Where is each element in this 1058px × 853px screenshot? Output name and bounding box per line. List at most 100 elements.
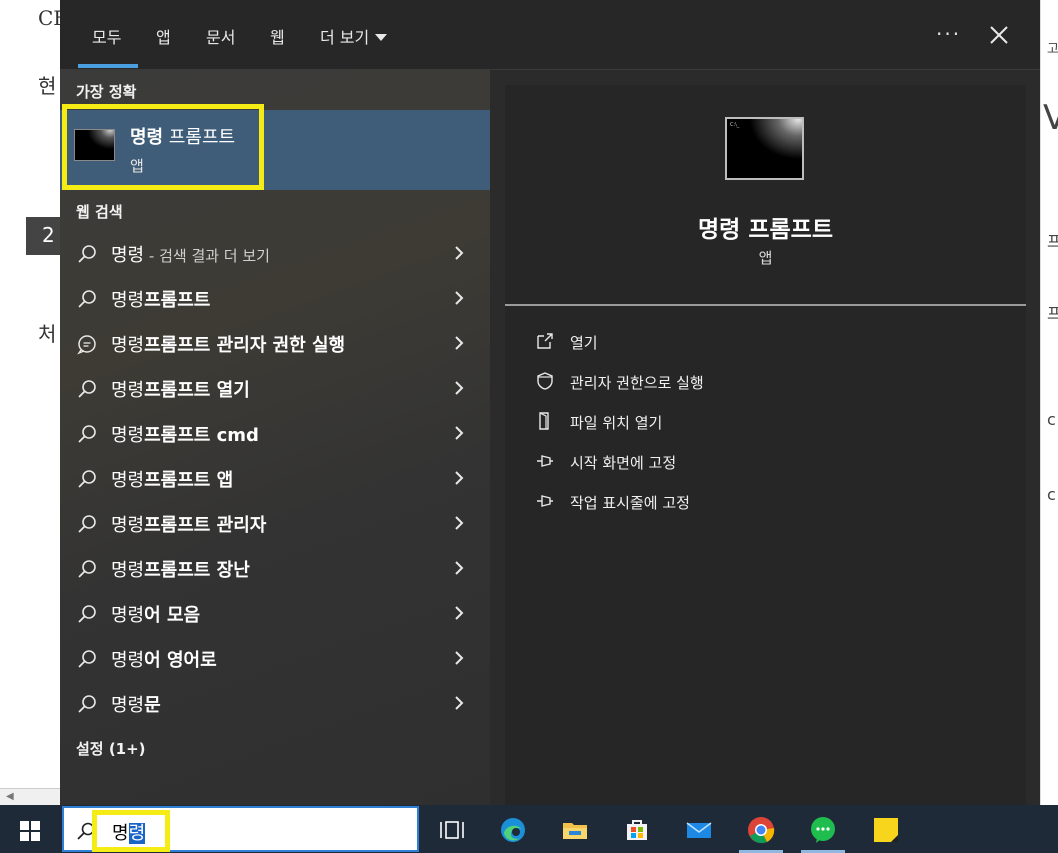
preview-icon-text: C:\_ xyxy=(730,122,740,128)
sticky-notes-icon[interactable] xyxy=(871,815,901,845)
tab-all[interactable]: 모두 xyxy=(92,24,121,48)
store-icon[interactable] xyxy=(622,815,652,845)
search-icon xyxy=(78,470,96,488)
web-search-item[interactable]: 명령프롬프트 cmd xyxy=(60,411,490,456)
command-prompt-large-icon: C:\_ xyxy=(725,117,804,180)
query-prefix: 명령 xyxy=(111,380,145,401)
edge-icon[interactable] xyxy=(498,815,528,845)
tab-apps[interactable]: 앱 xyxy=(156,24,171,48)
shield-icon xyxy=(537,372,553,390)
web-search-item-label: 명령 - 검색 결과 더 보기 xyxy=(111,241,270,267)
bg-right-text: 프 xyxy=(1047,232,1058,251)
query-suggestion: 어 영어로 xyxy=(144,650,217,671)
taskbar: 명령 xyxy=(0,805,1058,853)
search-icon xyxy=(78,290,96,308)
query-prefix: 명령 xyxy=(111,650,145,671)
web-search-item-label: 명령프롬프트 장난 xyxy=(111,556,250,582)
web-search-item[interactable]: 명령프롬프트 열기 xyxy=(60,366,490,411)
action-pin-to-taskbar[interactable]: 작업 표시줄에 고정 xyxy=(535,488,935,518)
query-prefix: 명령 xyxy=(111,695,145,716)
web-search-item-label: 명령프롬프트 열기 xyxy=(111,376,250,402)
web-search-item-label: 명령프롬프트 xyxy=(111,286,210,312)
chevron-right-icon xyxy=(455,651,464,665)
taskbar-search-input[interactable]: 명령 xyxy=(62,806,419,852)
chevron-down-icon xyxy=(375,34,388,41)
action-label: 열기 xyxy=(570,334,598,352)
search-icon xyxy=(78,425,96,443)
query-prefix: 명령 xyxy=(111,245,145,266)
open-icon xyxy=(537,333,553,349)
action-pin-to-start[interactable]: 시작 화면에 고정 xyxy=(535,448,935,478)
web-search-item[interactable]: 명령어 영어로 xyxy=(60,636,490,681)
chevron-right-icon xyxy=(455,516,464,530)
task-view-icon[interactable] xyxy=(437,815,467,845)
chevron-right-icon xyxy=(455,606,464,620)
bg-right-text: V xyxy=(1043,98,1058,138)
web-search-item[interactable]: 명령프롬프트 장난 xyxy=(60,546,490,591)
web-search-item[interactable]: 명령어 모음 xyxy=(60,591,490,636)
highlight-box xyxy=(92,810,170,852)
web-search-item[interactable]: 명령프롬프트 관리자 xyxy=(60,501,490,546)
tab-bar: 모두 앱 문서 웹 더 보기 ··· xyxy=(60,0,1040,70)
bg-badge: 2 xyxy=(26,217,60,255)
web-search-item-label: 명령문 xyxy=(111,691,161,717)
action-open-file-location[interactable]: 파일 위치 열기 xyxy=(535,408,935,438)
chevron-right-icon xyxy=(455,246,464,260)
bg-scrollbar[interactable]: ◀ xyxy=(0,788,62,805)
query-prefix: 명령 xyxy=(111,425,145,446)
chevron-right-icon xyxy=(455,381,464,395)
action-run-as-admin[interactable]: 관리자 권한으로 실행 xyxy=(535,368,935,398)
web-search-item-label: 명령프롬프트 앱 xyxy=(111,466,233,492)
bg-right-text: c c xyxy=(1047,410,1058,429)
web-search-item[interactable]: 명령프롬프트 xyxy=(60,276,490,321)
file-explorer-icon[interactable] xyxy=(560,815,590,845)
active-tab-indicator xyxy=(78,64,138,68)
search-icon xyxy=(78,245,96,263)
web-search-item[interactable]: 명령프롬프트 관리자 권한 실행 xyxy=(60,321,490,366)
query-suggestion: 프롬프트 관리자 xyxy=(144,515,267,536)
chevron-right-icon xyxy=(455,561,464,575)
tab-documents[interactable]: 문서 xyxy=(206,24,235,48)
search-panel: 모두 앱 문서 웹 더 보기 ··· 가장 정확 명령 프롬프트 앱 웹 검색 … xyxy=(60,0,1040,805)
highlight-box xyxy=(62,104,264,190)
chrome-icon[interactable] xyxy=(746,815,776,845)
web-search-label: 웹 검색 xyxy=(76,203,123,221)
query-suggestion: 프롬프트 열기 xyxy=(144,380,250,401)
chevron-right-icon xyxy=(455,336,464,350)
tab-web[interactable]: 웹 xyxy=(270,24,285,48)
action-label: 파일 위치 열기 xyxy=(570,414,663,432)
search-icon xyxy=(78,695,96,713)
chevron-right-icon xyxy=(455,426,464,440)
web-search-item-label: 명령어 모음 xyxy=(111,601,200,627)
web-search-item[interactable]: 명령문 xyxy=(60,681,490,726)
query-suggestion: 프롬프트 장난 xyxy=(144,560,250,581)
messenger-icon[interactable] xyxy=(808,815,838,845)
bg-right-text: 프 xyxy=(1047,304,1058,323)
mail-icon[interactable] xyxy=(684,815,714,845)
bg-text-3: 처 xyxy=(38,322,57,346)
query-prefix: 명령 xyxy=(111,335,145,356)
search-icon xyxy=(78,650,96,668)
scroll-left-arrow-icon[interactable]: ◀ xyxy=(6,791,14,802)
bg-right-text: 고 xyxy=(1047,42,1058,57)
tab-more[interactable]: 더 보기 xyxy=(320,24,388,48)
pin-icon xyxy=(537,495,553,507)
bg-right-strip: 고 V 프 프 c c c c xyxy=(1040,0,1058,805)
query-prefix: 명령 xyxy=(111,515,145,536)
best-match-item[interactable]: 명령 프롬프트 앱 xyxy=(60,104,490,190)
best-match-label: 가장 정확 xyxy=(76,83,137,101)
settings-label[interactable]: 설정 (1+) xyxy=(76,738,146,759)
web-search-item[interactable]: 명령 - 검색 결과 더 보기 xyxy=(60,231,490,276)
windows-start-icon[interactable] xyxy=(20,821,40,841)
query-suggestion: 어 모음 xyxy=(144,605,201,626)
action-open[interactable]: 열기 xyxy=(535,328,935,358)
query-suggestion: 문 xyxy=(144,695,161,716)
search-icon xyxy=(78,605,96,623)
more-options-icon[interactable]: ··· xyxy=(936,22,961,46)
query-prefix: 명령 xyxy=(111,560,145,581)
action-label: 시작 화면에 고정 xyxy=(570,454,677,472)
preview-title: 명령 프롬프트 xyxy=(698,217,833,243)
web-search-item[interactable]: 명령프롬프트 앱 xyxy=(60,456,490,501)
close-icon[interactable] xyxy=(986,22,1012,48)
chevron-right-icon xyxy=(455,291,464,305)
